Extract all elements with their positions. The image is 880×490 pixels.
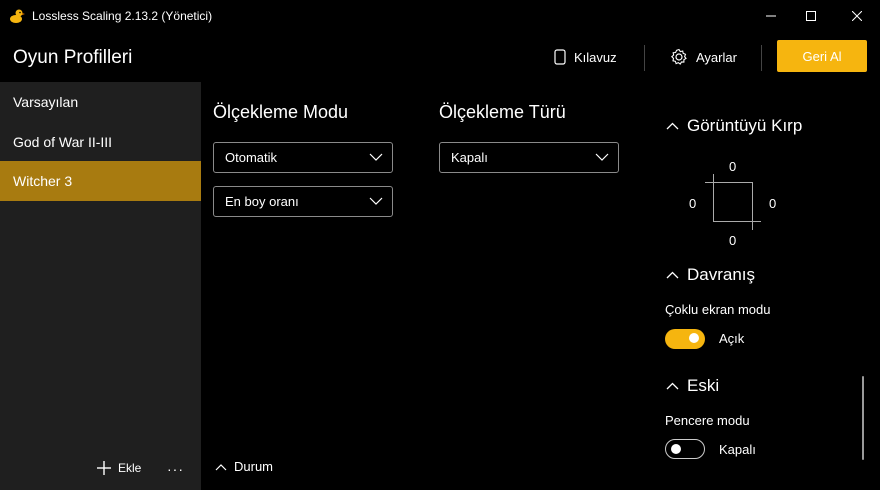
close-icon — [852, 11, 862, 21]
behavior-section-header[interactable]: Davranış — [666, 265, 755, 285]
scaling-type-dropdown[interactable]: Kapalı — [439, 142, 619, 173]
header-divider — [761, 45, 762, 71]
maximize-button[interactable] — [788, 0, 834, 32]
undo-button[interactable]: Geri Al — [777, 40, 867, 72]
more-options-button[interactable]: ··· — [167, 461, 184, 477]
chevron-down-icon — [369, 197, 383, 205]
duck-icon — [9, 8, 25, 24]
behavior-heading: Davranış — [687, 265, 756, 284]
chevron-down-icon — [369, 153, 383, 161]
scaling-mode-dropdown[interactable]: Otomatik — [213, 142, 393, 173]
scaling-type-value: Kapalı — [451, 150, 488, 165]
maximize-icon — [806, 11, 816, 21]
legacy-section-header[interactable]: Eski — [666, 376, 719, 396]
crop-frame — [705, 174, 761, 230]
guide-button[interactable]: Kılavuz — [554, 44, 617, 70]
phone-icon — [554, 49, 566, 65]
crop-right-value[interactable]: 0 — [769, 196, 776, 211]
guide-label: Kılavuz — [574, 49, 617, 65]
multi-screen-toggle[interactable] — [665, 329, 705, 349]
profile-item-god-of-war[interactable]: God of War II-III — [0, 122, 201, 162]
chevron-down-icon — [595, 153, 609, 161]
vertical-scrollbar[interactable] — [862, 376, 864, 460]
close-button[interactable] — [834, 0, 880, 32]
status-expander[interactable]: Durum — [215, 459, 273, 474]
profile-item-default[interactable]: Varsayılan — [0, 82, 201, 122]
window-mode-state: Kapalı — [719, 442, 756, 457]
settings-button[interactable]: Ayarlar — [670, 44, 737, 70]
chevron-up-icon — [666, 382, 679, 390]
aspect-ratio-dropdown[interactable]: En boy oranı — [213, 186, 393, 217]
add-profile-button[interactable]: Ekle — [96, 460, 141, 476]
title-bar: Lossless Scaling 2.13.2 (Yönetici) — [0, 0, 880, 32]
window-mode-label: Pencere modu — [665, 413, 750, 428]
status-label: Durum — [234, 459, 274, 474]
scaling-mode-value: Otomatik — [225, 150, 278, 165]
legacy-heading: Eski — [687, 376, 720, 395]
chevron-up-icon — [666, 122, 679, 130]
plus-icon — [97, 461, 111, 475]
toggle-knob — [689, 333, 699, 343]
page-title: Oyun Profilleri — [13, 47, 133, 68]
toggle-knob — [671, 444, 681, 454]
header: Oyun Profilleri Kılavuz Ayarlar Geri Al — [0, 32, 880, 82]
multi-screen-state: Açık — [719, 331, 745, 346]
chevron-up-icon — [215, 463, 227, 470]
gear-icon — [670, 48, 687, 65]
aspect-ratio-value: En boy oranı — [225, 194, 299, 209]
crop-section-header[interactable]: Görüntüyü Kırp — [666, 116, 802, 136]
minimize-icon — [766, 15, 776, 17]
profile-sidebar: Varsayılan God of War II-III Witcher 3 E… — [0, 82, 201, 490]
header-divider — [644, 45, 645, 71]
scaling-mode-heading: Ölçekleme Modu — [213, 102, 349, 122]
add-profile-label: Ekle — [118, 461, 142, 475]
settings-label: Ayarlar — [696, 49, 737, 65]
scaling-type-heading: Ölçekleme Türü — [439, 102, 566, 122]
crop-bottom-value[interactable]: 0 — [729, 233, 736, 248]
main-content: Ölçekleme Modu Otomatik En boy oranı Ölç… — [201, 82, 880, 490]
profile-item-witcher-3[interactable]: Witcher 3 — [0, 161, 201, 201]
window-mode-toggle[interactable] — [665, 439, 705, 459]
window-title: Lossless Scaling 2.13.2 (Yönetici) — [32, 9, 213, 23]
crop-top-value[interactable]: 0 — [729, 159, 736, 174]
chevron-up-icon — [666, 271, 679, 279]
crop-left-value[interactable]: 0 — [689, 196, 696, 211]
multi-screen-label: Çoklu ekran modu — [665, 302, 771, 317]
crop-heading: Görüntüyü Kırp — [687, 116, 803, 135]
